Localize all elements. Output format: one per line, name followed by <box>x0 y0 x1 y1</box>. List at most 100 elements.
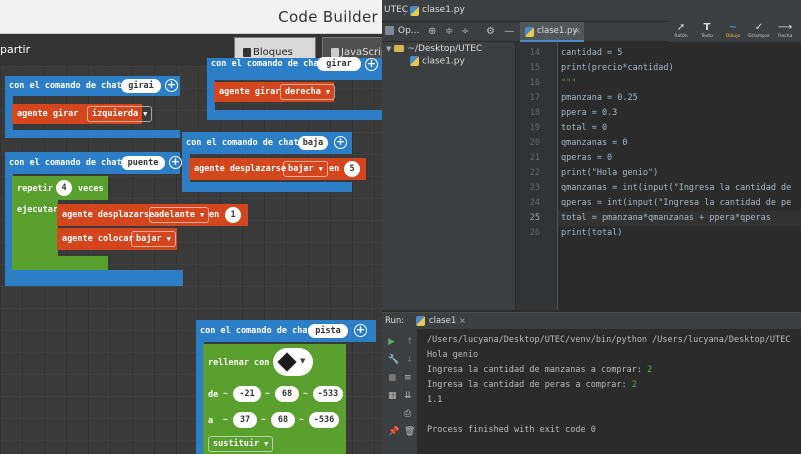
cursor-icon: ➚ <box>676 22 686 33</box>
scroll-end-icon[interactable]: ⇊ <box>404 391 412 401</box>
arrow-icon: ⟶ <box>777 22 793 33</box>
from-y-input[interactable]: 68 <box>275 386 299 402</box>
to-y-input[interactable]: 68 <box>271 412 295 428</box>
code-icon <box>331 48 339 57</box>
gear-icon[interactable]: ⚙ <box>486 26 495 37</box>
agent-move-block[interactable]: agente desplazarse bajar ▼ en 5 <box>189 158 366 180</box>
chat-command-block-girai[interactable]: con el comando de chat girai + <box>5 76 180 96</box>
chat-command-header: con el comando de chat <box>211 59 324 69</box>
command-name-pill[interactable]: puente <box>121 156 165 170</box>
arrow-tool-label: Flecha <box>777 34 793 39</box>
user-input: 2 <box>631 380 637 390</box>
blocks-workspace[interactable]: con el comando de chat girai + agente gi… <box>0 57 382 454</box>
breadcrumb-file[interactable]: clase1.py <box>422 5 465 15</box>
draw-tool-button[interactable]: ∼ Dibujo <box>720 22 746 39</box>
output-prompt: Ingresa la cantidad de peras a comprar: <box>427 380 632 390</box>
direction-dropdown[interactable]: izquierda ▼ <box>87 106 153 122</box>
print-icon[interactable]: ⎙ <box>404 409 411 419</box>
fill-label: rellenar con <box>208 358 270 368</box>
tree-folder-utec[interactable]: ▼ ~/Desktop/UTEC <box>386 44 482 54</box>
chat-command-block-pista[interactable]: con el comando de chat pista + <box>196 320 376 342</box>
from-x-input[interactable]: -21 <box>233 386 261 402</box>
amount-input[interactable]: 1 <box>225 207 241 223</box>
arrow-up-icon[interactable]: ↑ <box>406 337 414 347</box>
chat-command-header: con el comando de chat <box>186 138 299 148</box>
chat-command-block-girar[interactable]: con el comando de chat girar + <box>207 57 382 80</box>
code-line-current: total = pmanzana*qmanzanas + ppera*qpera… <box>561 213 771 223</box>
text-tool-button[interactable]: T Texto <box>694 22 720 39</box>
soft-wrap-icon[interactable]: ≡ <box>404 373 412 383</box>
block-picker[interactable]: ▼ <box>273 348 313 376</box>
mouse-tool-button[interactable]: ➚ Ratón <box>668 22 694 39</box>
run-label: Run: <box>385 316 405 326</box>
editor-tab-clase1[interactable]: clase1.py × <box>520 22 584 42</box>
add-parameter-icon[interactable]: + <box>365 58 378 71</box>
add-parameter-icon[interactable]: + <box>334 136 347 149</box>
direction-dropdown[interactable]: derecha ▼ <box>280 84 336 100</box>
repeat-block[interactable]: repetir 4 veces <box>12 176 108 200</box>
project-view-dropdown[interactable]: Op... <box>398 26 419 36</box>
command-name-pill[interactable]: girai <box>121 79 161 93</box>
add-parameter-icon[interactable]: + <box>354 324 367 337</box>
chevron-down-icon: ▼ <box>386 45 392 53</box>
trash-icon[interactable]: 🗑 <box>404 427 415 437</box>
add-parameter-icon[interactable]: + <box>165 79 178 92</box>
amount-input[interactable]: 5 <box>344 161 360 177</box>
command-name-pill[interactable]: baja <box>298 136 328 150</box>
collapse-icon[interactable]: ≑ <box>445 26 453 37</box>
agent-turn-block[interactable]: agente girar izquierda ▼ <box>12 104 153 124</box>
user-input: 2 <box>647 365 653 375</box>
code-line: print("Hola genio") <box>561 168 659 178</box>
stamp-tool-button[interactable]: ✓ Estampar <box>746 22 772 39</box>
to-x-input[interactable]: 37 <box>233 412 257 428</box>
close-icon[interactable]: × <box>459 316 466 325</box>
command-name-pill[interactable]: girar <box>317 57 361 71</box>
layout-icon[interactable]: ▦ <box>388 391 397 401</box>
direction-dropdown[interactable]: bajar ▼ <box>283 161 328 177</box>
code-builder-panel: Code Builder partir Bloques JavaScrip co… <box>0 0 382 454</box>
editor-tab-label: clase1.py <box>537 26 578 36</box>
repeat-count-input[interactable]: 4 <box>56 180 72 196</box>
to-z-input[interactable]: -536 <box>309 412 339 428</box>
chat-command-block-puente[interactable]: con el comando de chat puente + <box>5 152 182 174</box>
tree-file-clase1[interactable]: clase1.py <box>410 56 465 67</box>
agent-move-block[interactable]: agente desplazarse adelante ▼ en 1 <box>57 204 248 226</box>
code-editor[interactable]: cantidad = 5 print(precio*cantidad) """ … <box>558 42 801 310</box>
project-view-icon <box>385 26 394 35</box>
stop-icon[interactable]: ■ <box>388 373 397 383</box>
rerun-icon[interactable]: ▶ <box>388 337 395 347</box>
code-line: print(precio*cantidad) <box>561 63 674 73</box>
run-config-tab[interactable]: clase1 <box>429 316 456 326</box>
output-line: Process finished with exit code 0 <box>427 425 596 435</box>
minimize-icon[interactable]: — <box>504 26 514 37</box>
from-z-input[interactable]: -533 <box>313 386 343 402</box>
tilde-label: ~ <box>223 415 228 424</box>
direction-dropdown[interactable]: bajar ▼ <box>131 231 176 247</box>
close-icon[interactable]: × <box>574 26 581 35</box>
fill-block[interactable]: rellenar con ▼ de ~ -21 ~ 68 ~ -533 a ~ … <box>203 344 346 454</box>
direction-value: adelante <box>154 210 195 220</box>
expand-icon[interactable]: ÷ <box>461 26 469 37</box>
python-file-icon <box>410 56 419 66</box>
agent-place-block[interactable]: agente colocar bajar ▼ <box>57 228 177 250</box>
agent-turn-block[interactable]: agente girar derecha ▼ <box>214 82 336 102</box>
arrow-down-icon[interactable]: ↓ <box>406 355 414 365</box>
chat-command-block-baja[interactable]: con el comando de chat baja + <box>182 132 352 154</box>
ide-titlebar: UTEC 〉 clase1.py <box>382 0 801 22</box>
ide-window: UTEC 〉 clase1.py Op... ⊕ ≑ ÷ ⚙ — clase1.… <box>382 0 801 454</box>
en-label: en <box>209 210 220 220</box>
wrench-icon[interactable]: 🔧 <box>388 355 399 365</box>
locate-icon[interactable]: ⊕ <box>428 26 436 37</box>
direction-dropdown[interactable]: adelante ▼ <box>149 207 210 223</box>
pin-icon[interactable]: 📌 <box>388 427 399 437</box>
command-name-pill[interactable]: pista <box>308 324 348 338</box>
share-button[interactable]: partir <box>0 43 30 56</box>
fill-mode-dropdown[interactable]: sustituir ▼ <box>208 436 274 452</box>
chat-command-header: con el comando de chat <box>200 326 313 336</box>
line-number: 14 <box>529 48 540 58</box>
line-number: 26 <box>529 228 540 238</box>
folder-icon <box>394 45 405 52</box>
add-parameter-icon[interactable]: + <box>169 156 182 169</box>
arrow-tool-button[interactable]: ⟶ Flecha <box>772 22 798 39</box>
line-number: 16 <box>529 78 540 88</box>
